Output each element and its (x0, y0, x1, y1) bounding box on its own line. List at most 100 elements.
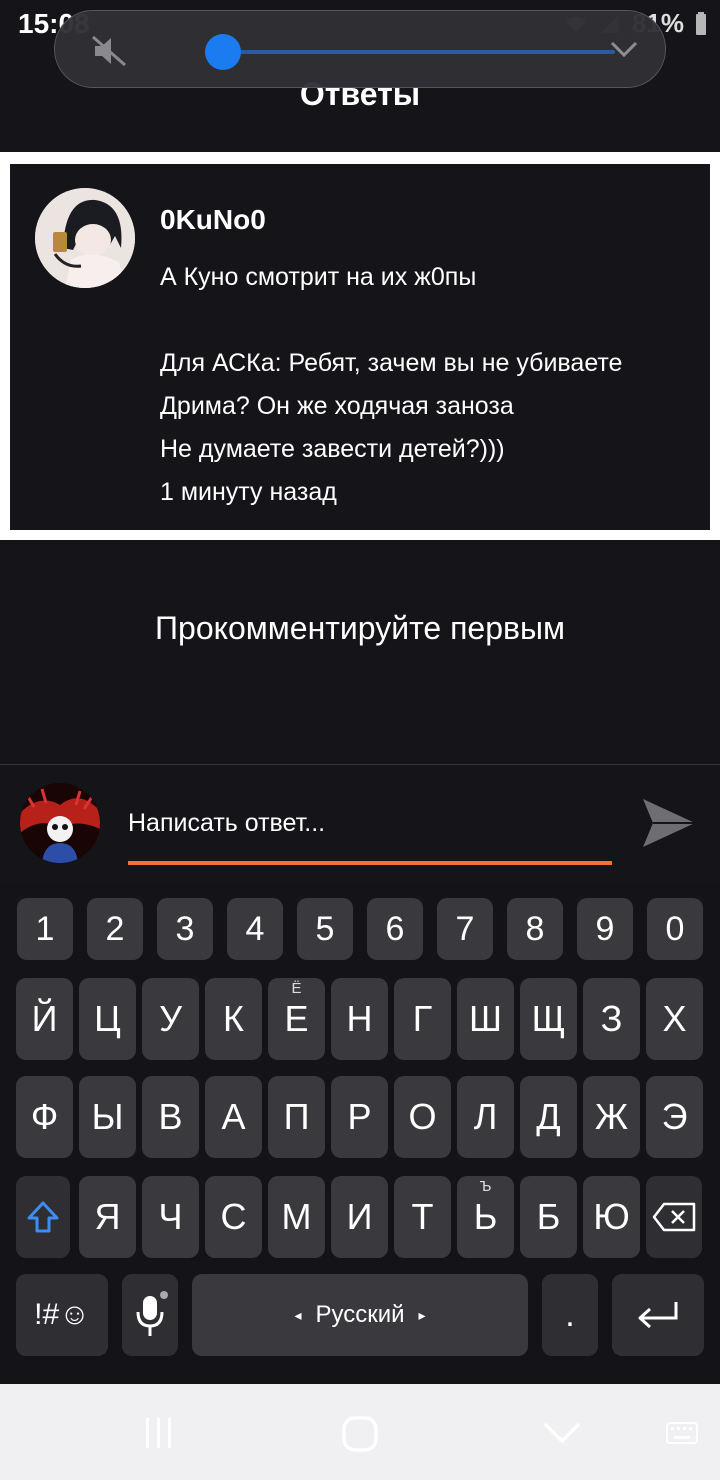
letter-key-label: Т (411, 1196, 434, 1237)
number-key[interactable]: 5 (297, 898, 353, 960)
letter-key[interactable]: А (205, 1076, 262, 1158)
letter-key-label: Ь (473, 1196, 498, 1237)
letter-key[interactable]: Н (331, 978, 388, 1060)
number-key[interactable]: 3 (157, 898, 213, 960)
letter-key[interactable]: П (268, 1076, 325, 1158)
post-line-blank (160, 299, 705, 342)
letter-key-label: Э (661, 1096, 688, 1137)
letter-key[interactable]: ЕЁ (268, 978, 325, 1060)
letter-key[interactable]: Т (394, 1176, 451, 1258)
post-author[interactable]: 0KuNo0 (160, 204, 266, 236)
letter-key-label: Г (412, 998, 433, 1039)
letter-key-label: Д (536, 1096, 561, 1137)
voice-input-key[interactable] (122, 1274, 178, 1356)
letter-key-label: Я (94, 1196, 121, 1237)
volume-panel (54, 10, 666, 88)
letter-key-label: У (159, 998, 182, 1039)
letter-key-label: Ч (158, 1196, 183, 1237)
letter-key[interactable]: Ф (16, 1076, 73, 1158)
letter-key[interactable]: У (142, 978, 199, 1060)
post-body: А Куно смотрит на их ж0пы Для АСКа: Ребя… (160, 256, 705, 514)
period-key[interactable]: . (542, 1274, 598, 1356)
letter-key[interactable]: Д (520, 1076, 577, 1158)
letter-key[interactable]: Й (16, 978, 73, 1060)
letter-key-label: Х (662, 998, 687, 1039)
post-line: А Куно смотрит на их ж0пы (160, 263, 477, 291)
letter-key[interactable]: Ч (142, 1176, 199, 1258)
letter-key-label: З (600, 998, 623, 1039)
number-key[interactable]: 4 (227, 898, 283, 960)
post-card-wrapper: 0KuNo0 А Куно смотрит на их ж0пы Для АСК… (0, 152, 720, 540)
letter-key[interactable]: Щ (520, 978, 577, 1060)
letter-key-label: Ю (593, 1196, 630, 1237)
backspace-key[interactable] (646, 1176, 702, 1258)
letter-key-label: Щ (531, 998, 566, 1039)
user-avatar-image (20, 783, 100, 863)
reply-input[interactable]: Написать ответ... (128, 805, 612, 865)
letter-key[interactable]: ЬЪ (457, 1176, 514, 1258)
number-key[interactable]: 9 (577, 898, 633, 960)
number-key[interactable]: 1 (17, 898, 73, 960)
volume-slider-knob[interactable] (205, 34, 241, 70)
letter-key[interactable]: Ш (457, 978, 514, 1060)
letter-key-label: В (158, 1096, 183, 1137)
letter-key[interactable]: Л (457, 1076, 514, 1158)
shift-icon (27, 1201, 59, 1233)
navigation-bar (0, 1384, 720, 1480)
letter-key[interactable]: Ц (79, 978, 136, 1060)
post-card: 0KuNo0 А Куно смотрит на их ж0пы Для АСК… (10, 164, 710, 530)
number-key[interactable]: 2 (87, 898, 143, 960)
empty-comments-text: Прокомментируйте первым (155, 610, 565, 646)
number-key[interactable]: 6 (367, 898, 423, 960)
reply-bar: Написать ответ... (0, 764, 720, 884)
letter-key[interactable]: Х (646, 978, 703, 1060)
letter-key[interactable]: Р (331, 1076, 388, 1158)
letter-key-label: Е (284, 998, 309, 1039)
letter-key[interactable]: Ы (79, 1076, 136, 1158)
letter-key[interactable]: Б (520, 1176, 577, 1258)
chevron-right-icon: ▸ (418, 1306, 426, 1323)
letter-key-label: Ц (94, 998, 121, 1039)
letter-key[interactable]: М (268, 1176, 325, 1258)
chevron-down-icon[interactable] (609, 39, 639, 59)
letter-key-label: Ж (594, 1096, 629, 1137)
letter-key[interactable]: В (142, 1076, 199, 1158)
mute-icon[interactable] (91, 35, 127, 67)
letter-key-alt-label: Ъ (479, 1178, 492, 1195)
number-key[interactable]: 7 (437, 898, 493, 960)
letter-key[interactable]: Я (79, 1176, 136, 1258)
letter-key[interactable]: К (205, 978, 262, 1060)
backspace-icon (652, 1202, 696, 1232)
space-key[interactable]: ◂ Русский ▸ (192, 1274, 528, 1356)
user-avatar[interactable] (20, 783, 100, 863)
post-line: Для АСКа: Ребят, зачем вы не убиваете (160, 349, 623, 377)
post-timestamp: 1 минуту назад (160, 478, 337, 506)
letter-key-label: Ф (30, 1096, 59, 1137)
letter-key[interactable]: Э (646, 1076, 703, 1158)
letter-key[interactable]: З (583, 978, 640, 1060)
keyboard: 1234567890 ЙЦУКЕЁНГШЩЗХ ФЫВАПРОЛДЖЭ ЯЧСМ… (0, 884, 720, 1384)
number-key[interactable]: 0 (647, 898, 703, 960)
letter-key-label: Ы (91, 1096, 124, 1137)
letter-key[interactable]: С (205, 1176, 262, 1258)
letter-key[interactable]: Ю (583, 1176, 640, 1258)
letter-key-label: А (221, 1096, 246, 1137)
letter-key-label: С (220, 1196, 247, 1237)
symbols-key[interactable]: !#☺ (16, 1274, 108, 1356)
volume-track[interactable] (223, 50, 615, 54)
home-icon[interactable] (340, 1414, 380, 1454)
number-key[interactable]: 8 (507, 898, 563, 960)
send-icon[interactable] (640, 795, 698, 851)
letter-key[interactable]: И (331, 1176, 388, 1258)
author-avatar[interactable] (35, 188, 135, 288)
post-line: Дрима? Он же ходячая заноза (160, 392, 514, 420)
recent-apps-icon[interactable] (140, 1416, 178, 1450)
enter-icon (638, 1302, 678, 1329)
keyboard-switch-icon[interactable] (666, 1422, 698, 1444)
shift-key[interactable] (16, 1176, 70, 1258)
letter-key[interactable]: О (394, 1076, 451, 1158)
enter-key[interactable] (612, 1274, 704, 1356)
letter-key[interactable]: Г (394, 978, 451, 1060)
hide-keyboard-icon[interactable] (542, 1420, 582, 1446)
letter-key[interactable]: Ж (583, 1076, 640, 1158)
